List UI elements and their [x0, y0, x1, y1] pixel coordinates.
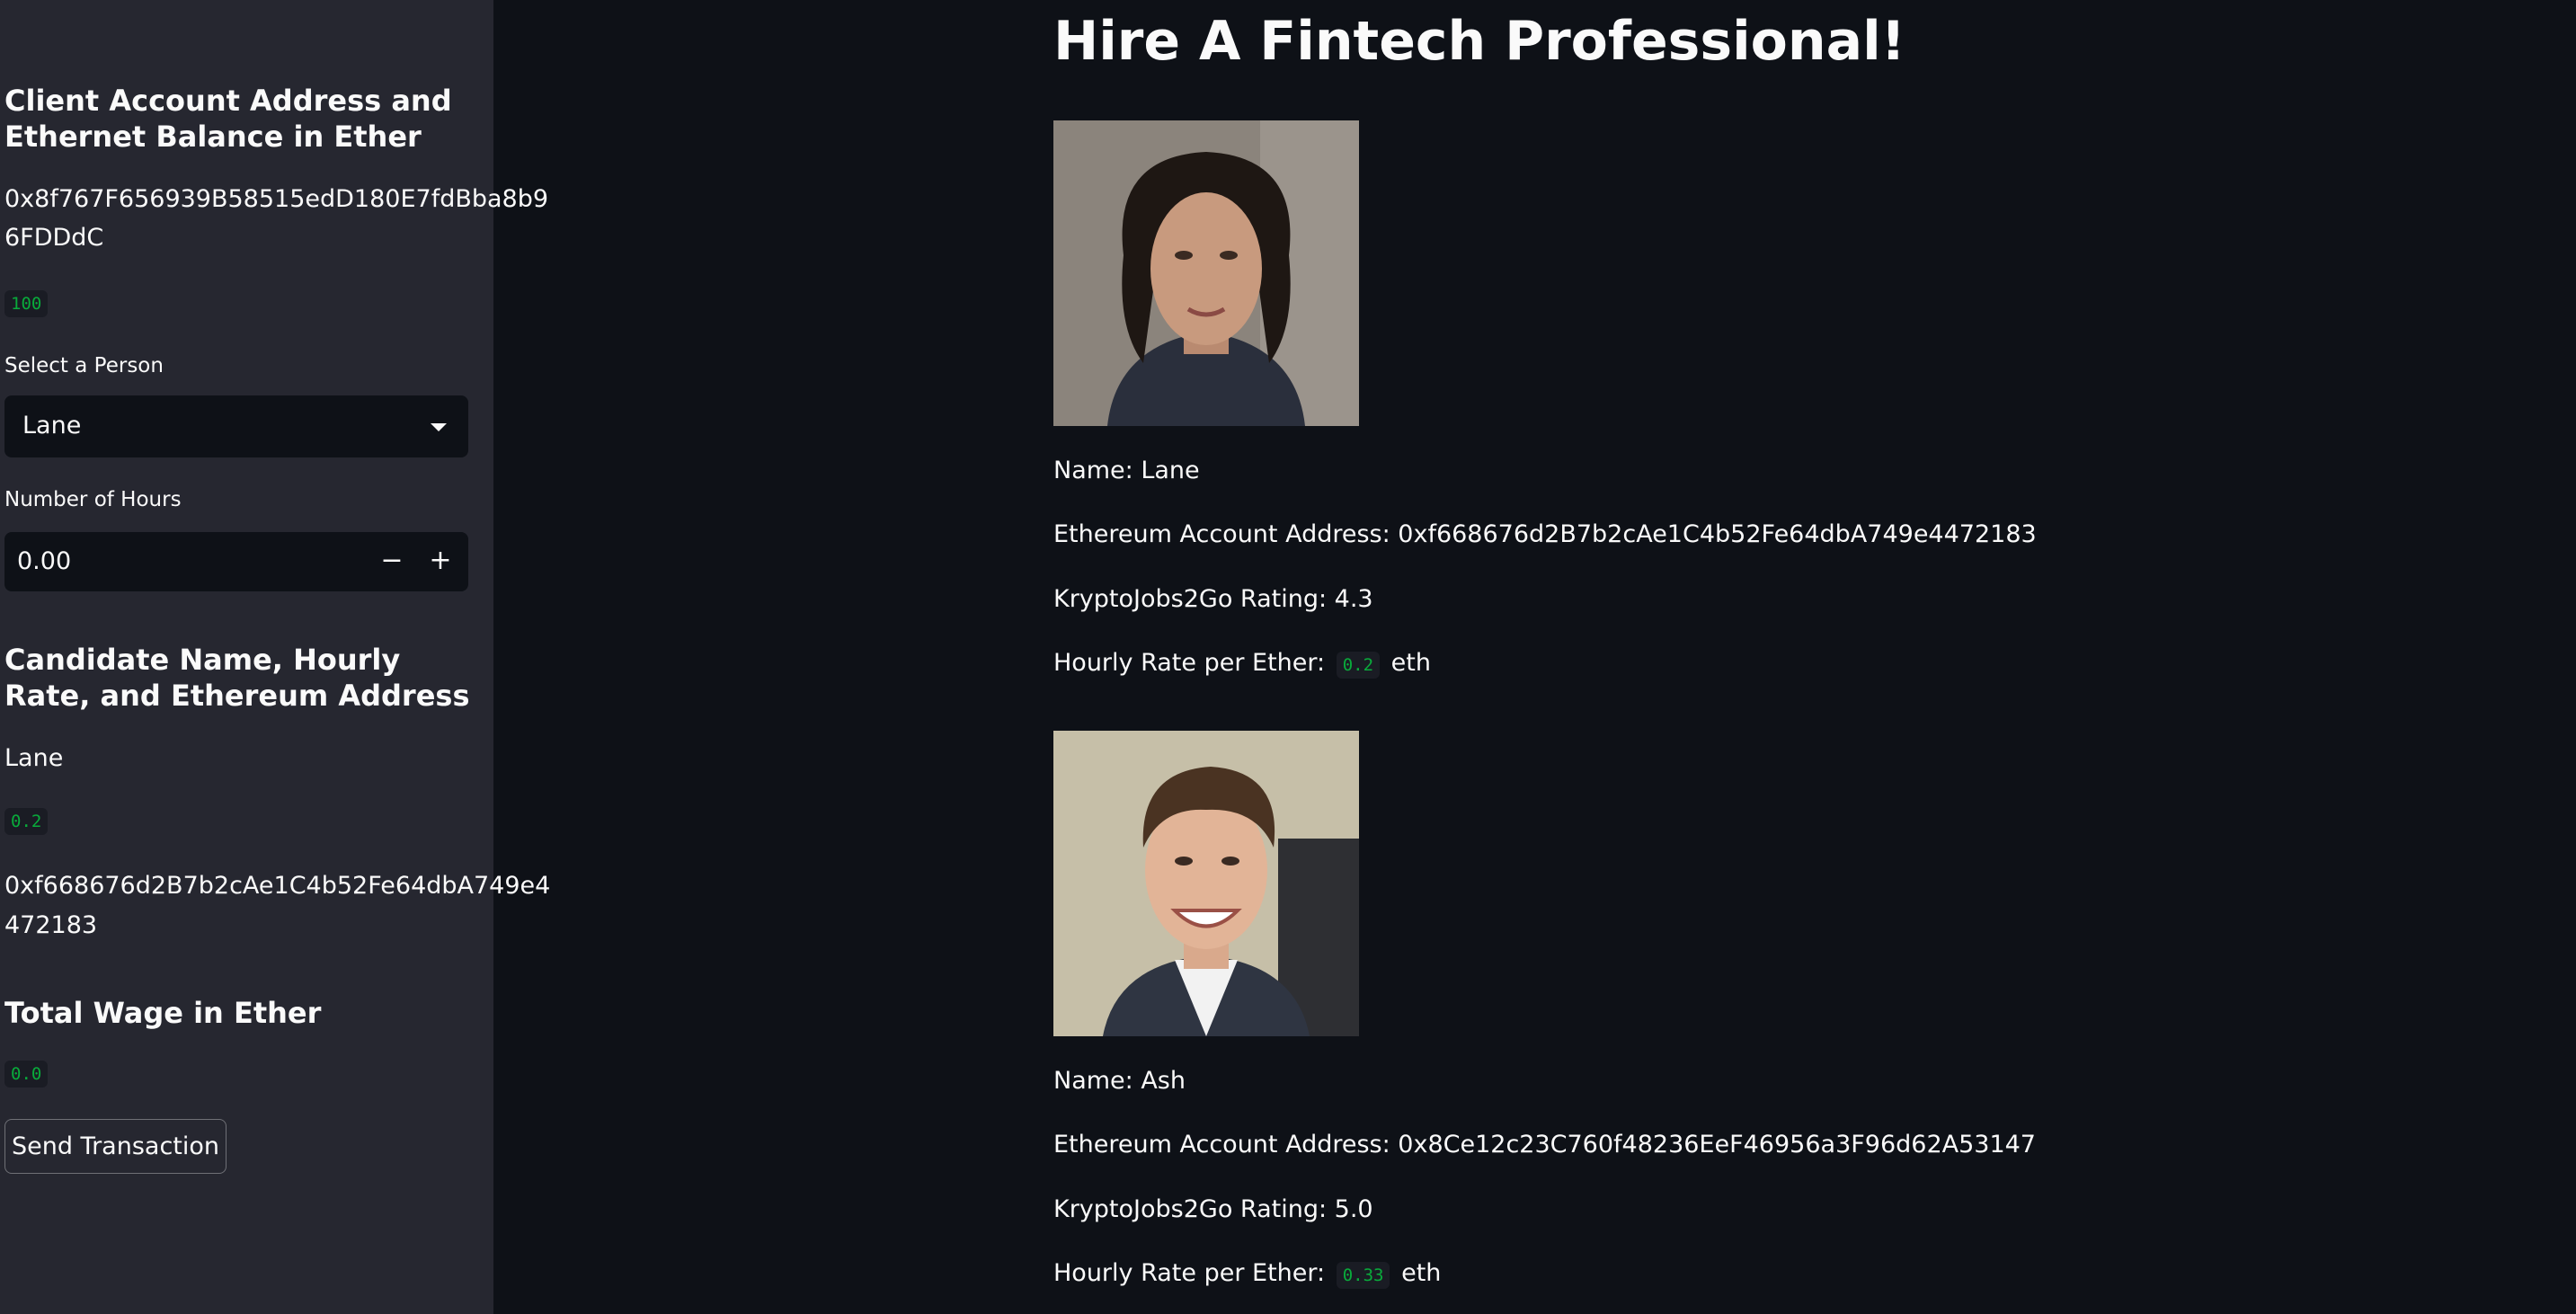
client-address-line-1: 0x8f767F656939B58515edD180E7fdBba8b9	[4, 185, 549, 213]
candidate-address-lane: Ethereum Account Address: 0xf668676d2B7b…	[1053, 520, 2037, 548]
rate-value-code: 0.33	[1336, 1262, 1390, 1289]
chevron-down-icon	[431, 423, 447, 431]
candidate-rate-code: 0.2	[4, 808, 49, 835]
rate-prefix: Hourly Rate per Ether:	[1053, 1259, 1326, 1287]
hours-value[interactable]: 0.00	[17, 542, 71, 582]
candidate-rate-lane: Hourly Rate per Ether: 0.2 eth	[1053, 644, 1431, 683]
candidate-photo-ash	[1053, 731, 1359, 1036]
plus-icon[interactable]: +	[416, 532, 465, 591]
rate-unit: eth	[1390, 649, 1431, 677]
main-content: Hire A Fintech Professional! Name: Lane …	[493, 0, 2576, 1314]
sidebar: Client Account Address and Ethernet Bala…	[0, 0, 550, 1314]
candidate-name: Lane	[4, 744, 64, 772]
total-wage-heading: Total Wage in Ether	[4, 996, 322, 1030]
client-address-line-2: 6FDDdC	[4, 224, 104, 252]
candidate-rate: 0.2	[4, 808, 49, 835]
client-balance: 100	[4, 290, 49, 317]
candidate-address-line-1: 0xf668676d2B7b2cAe1C4b52Fe64dbA749e4	[4, 872, 551, 900]
client-account-heading: Client Account Address and Ethernet Bala…	[4, 84, 452, 154]
candidate-photo-lane	[1053, 120, 1359, 426]
candidate-rating-ash: KryptoJobs2Go Rating: 5.0	[1053, 1195, 1373, 1223]
client-balance-code: 100	[4, 290, 49, 317]
hours-label: Number of Hours	[4, 488, 182, 511]
total-wage: 0.0	[4, 1061, 49, 1088]
candidate-rating-lane: KryptoJobs2Go Rating: 4.3	[1053, 585, 1373, 613]
candidate-heading: Candidate Name, Hourly Rate, and Ethereu…	[4, 643, 470, 713]
candidate-address-line-2: 472183	[4, 911, 98, 939]
select-person-label: Select a Person	[4, 354, 164, 377]
candidate-name-lane: Name: Lane	[1053, 457, 1200, 484]
page-title: Hire A Fintech Professional!	[1053, 10, 1906, 73]
candidate-name-ash: Name: Ash	[1053, 1067, 1186, 1095]
rate-prefix: Hourly Rate per Ether:	[1053, 649, 1326, 677]
rate-unit: eth	[1401, 1259, 1442, 1287]
person-select[interactable]: Lane	[4, 395, 468, 457]
rate-value-code: 0.2	[1336, 652, 1381, 679]
total-wage-code: 0.0	[4, 1061, 49, 1088]
candidate-rate-ash: Hourly Rate per Ether: 0.33 eth	[1053, 1254, 1441, 1293]
minus-icon[interactable]: −	[368, 532, 416, 591]
send-transaction-button[interactable]: Send Transaction	[4, 1119, 227, 1174]
hours-number-input[interactable]: 0.00 − +	[4, 532, 468, 591]
person-select-value: Lane	[22, 412, 82, 439]
candidate-address-ash: Ethereum Account Address: 0x8Ce12c23C760…	[1053, 1131, 2036, 1159]
